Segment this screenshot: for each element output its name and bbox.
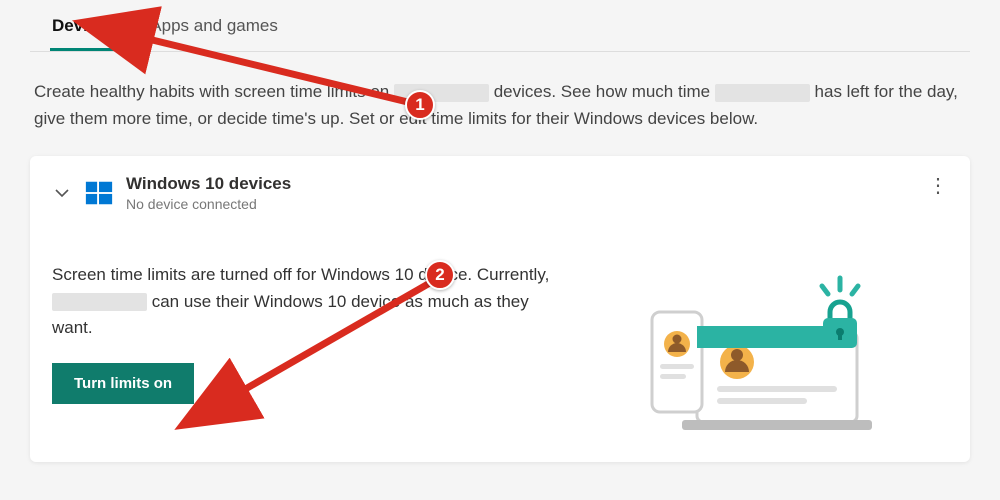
- turn-limits-on-button[interactable]: Turn limits on: [52, 363, 194, 404]
- redacted-name: [52, 293, 147, 311]
- redacted-name: [715, 84, 810, 102]
- card-subtitle: No device connected: [126, 196, 291, 212]
- tab-apps-and-games[interactable]: Apps and games: [148, 16, 280, 51]
- card-title-block: Windows 10 devices No device connected: [126, 174, 291, 212]
- chevron-down-icon[interactable]: [52, 185, 72, 201]
- devices-illustration: [602, 262, 882, 432]
- tab-bar: Devices Apps and games: [30, 0, 970, 52]
- card-body-text: Screen time limits are turned off for Wi…: [52, 262, 572, 341]
- intro-part1: Create healthy habits with screen time l…: [34, 82, 394, 101]
- body-part1: Screen time limits are turned off for Wi…: [52, 265, 549, 284]
- more-options-icon[interactable]: ⋮: [928, 176, 948, 196]
- tab-devices[interactable]: Devices: [50, 16, 118, 51]
- card-body-left: Screen time limits are turned off for Wi…: [52, 262, 572, 432]
- card-title: Windows 10 devices: [126, 174, 291, 194]
- redacted-name: [394, 84, 489, 102]
- intro-part2: devices. See how much time: [489, 82, 715, 101]
- windows-logo-icon: [84, 178, 114, 208]
- card-header: Windows 10 devices No device connected: [52, 174, 948, 212]
- device-card: Windows 10 devices No device connected ⋮…: [30, 156, 970, 462]
- intro-text: Create healthy habits with screen time l…: [34, 78, 966, 132]
